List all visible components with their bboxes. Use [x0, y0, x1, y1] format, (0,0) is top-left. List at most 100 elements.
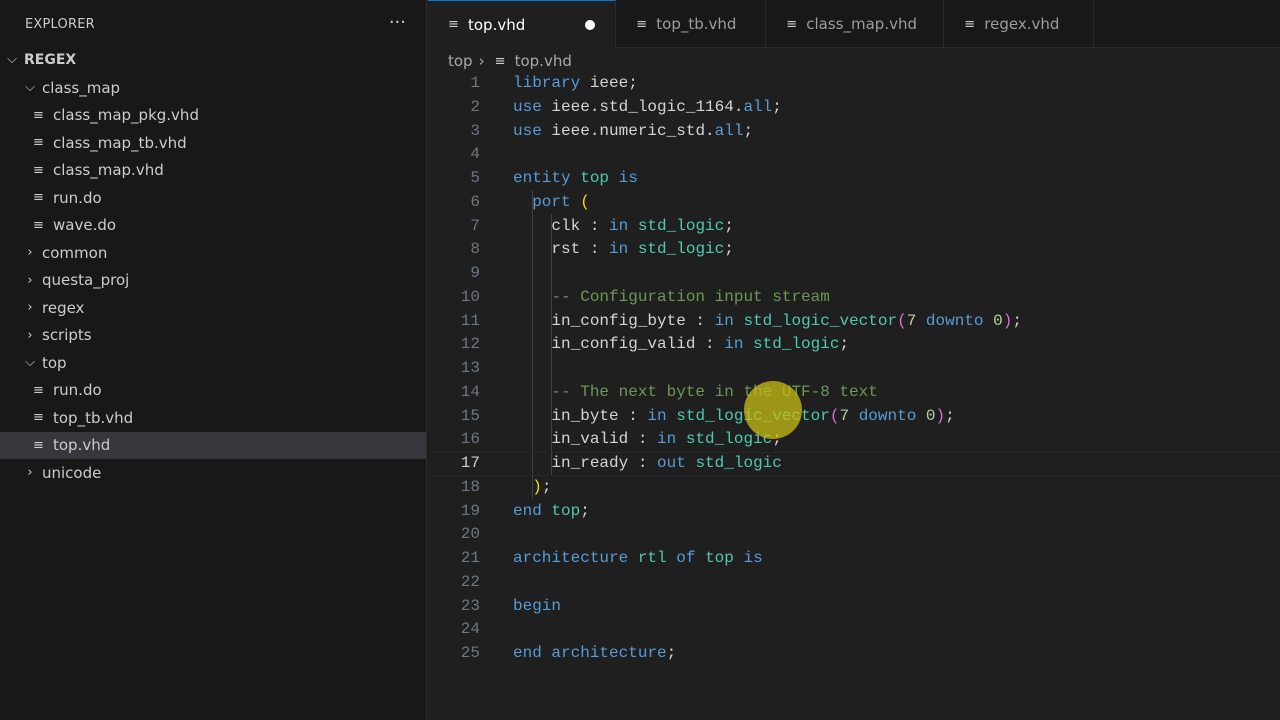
file-item[interactable]: ≡ wave.do	[0, 212, 426, 239]
code-line[interactable]: 18 );	[428, 476, 1280, 500]
code-token: clk :	[513, 216, 610, 235]
code-editor[interactable]: 1 library ieee; 2 use ieee.std_logic_1164.a…	[428, 72, 1280, 666]
code-line[interactable]: 4	[428, 143, 1280, 167]
line-number: 16	[460, 430, 480, 449]
tree-item-label: wave.do	[53, 216, 117, 234]
code-token: in_config_byte :	[513, 311, 715, 330]
unsaved-dot-icon[interactable]	[585, 19, 596, 30]
code-line[interactable]: 16 in_valid : in std_logic;	[428, 428, 1280, 452]
code-line[interactable]: 20	[428, 523, 1280, 547]
code-token: ;	[541, 477, 552, 496]
code-text: in_valid : in std_logic;	[513, 428, 781, 452]
code-text: end top;	[513, 500, 590, 524]
file-lines-icon: ≡	[786, 16, 798, 32]
line-number: 10	[460, 287, 480, 306]
file-lines-icon: ≡	[636, 16, 648, 32]
code-token: in_valid :	[513, 430, 658, 449]
tab-top_tb-vhd[interactable]: ≡ top_tb.vhd	[616, 0, 767, 48]
code-line[interactable]: 11 in_config_byte : in std_logic_vector(…	[428, 310, 1280, 334]
code-token: -- The next byte in the UTF-8 text	[551, 382, 878, 401]
code-line[interactable]: 17 in_ready : out std_logic	[428, 452, 1280, 476]
code-line[interactable]: 22	[428, 571, 1280, 595]
folder-item[interactable]: › common	[0, 239, 426, 266]
file-item[interactable]: ≡ class_map_tb.vhd	[0, 129, 426, 156]
code-line[interactable]: 14 -- The next byte in the UTF-8 text	[428, 381, 1280, 405]
breadcrumb: top › ≡ top.vhd	[448, 50, 572, 72]
code-line[interactable]: 8 rst : in std_logic;	[428, 238, 1280, 262]
code-token: port	[532, 192, 571, 211]
file-item[interactable]: ≡ run.do	[0, 377, 426, 404]
code-token: -- Configuration input stream	[551, 287, 830, 306]
code-line[interactable]: 3 use ieee.numeric_std.all;	[428, 120, 1280, 144]
code-line[interactable]: 23 begin	[428, 595, 1280, 619]
more-actions-button[interactable]: ···	[389, 12, 406, 33]
code-line[interactable]: 7 clk : in std_logic;	[428, 215, 1280, 239]
breadcrumb-folder[interactable]: top	[448, 52, 473, 70]
code-line[interactable]: 10 -- Configuration input stream	[428, 286, 1280, 310]
chevron-down-icon: ⌵	[25, 80, 35, 95]
code-token: in	[714, 311, 734, 330]
line-number: 20	[460, 525, 480, 544]
code-token: use	[513, 121, 542, 140]
code-token: is	[743, 549, 763, 567]
line-number: 15	[460, 406, 480, 425]
code-token: std_logic	[637, 216, 725, 235]
file-item[interactable]: ≡ top.vhd	[0, 431, 426, 459]
editor-tabs: ≡ top.vhd ≡ top_tb.vhd ≡ class_map.vhd ≡ regex.…	[428, 0, 1280, 48]
code-line[interactable]: 13	[428, 357, 1280, 381]
folder-item[interactable]: ⌵ class_map	[0, 74, 426, 101]
code-line[interactable]: 24	[428, 618, 1280, 642]
tab-top-vhd[interactable]: ≡ top.vhd	[428, 0, 617, 48]
tab-regex-vhd[interactable]: ≡ regex.vhd	[944, 0, 1095, 48]
code-token: ;	[724, 216, 734, 235]
workspace-root[interactable]: ⌵ REGEX	[0, 46, 426, 73]
code-text: -- The next byte in the UTF-8 text	[513, 381, 878, 405]
code-token: begin	[513, 596, 562, 615]
code-text: use ieee.std_logic_1164.all;	[513, 96, 782, 120]
file-item[interactable]: ≡ class_map.vhd	[0, 157, 426, 184]
code-line[interactable]: 25 end architecture;	[428, 642, 1280, 666]
chevron-right-icon: ›	[27, 272, 33, 288]
file-lines-icon: ≡	[448, 17, 459, 32]
breadcrumb-file[interactable]: top.vhd	[515, 52, 572, 70]
tab-label: regex.vhd	[984, 15, 1060, 33]
code-line[interactable]: 9	[428, 262, 1280, 286]
file-item[interactable]: ≡ run.do	[0, 184, 426, 211]
code-token: downto	[925, 311, 984, 330]
code-line[interactable]: 19 end top;	[428, 500, 1280, 524]
file-item[interactable]: ≡ class_map_pkg.vhd	[0, 102, 426, 129]
code-line[interactable]: 21 architecture rtl of top is	[428, 547, 1280, 571]
chevron-right-icon: ›	[27, 327, 33, 343]
line-number: 8	[470, 240, 480, 259]
code-token: std_logic	[753, 335, 840, 354]
code-line[interactable]: 6 port (	[428, 191, 1280, 215]
code-line[interactable]: 15 in_byte : in std_logic_vector(7 downt…	[428, 405, 1280, 429]
tree-item-label: top	[42, 353, 67, 372]
code-line[interactable]: 5 entity top is	[428, 167, 1280, 191]
line-number: 14	[460, 382, 480, 401]
line-number: 12	[460, 335, 480, 354]
code-token: in	[609, 240, 629, 259]
code-line[interactable]: 2 use ieee.std_logic_1164.all;	[428, 96, 1280, 120]
folder-item[interactable]: ⌵ top	[0, 349, 426, 376]
folder-item[interactable]: › regex	[0, 294, 426, 321]
tab-label: top.vhd	[468, 15, 526, 34]
folder-item[interactable]: › scripts	[0, 322, 426, 349]
tab-class_map-vhd[interactable]: ≡ class_map.vhd	[766, 0, 945, 48]
folder-item[interactable]: › unicode	[0, 459, 426, 486]
folder-item[interactable]: › questa_proj	[0, 267, 426, 294]
code-token: end	[513, 501, 542, 520]
code-token: top	[580, 169, 610, 187]
file-item[interactable]: ≡ top_tb.vhd	[0, 404, 426, 431]
code-line[interactable]: 12 in_config_valid : in std_logic;	[428, 333, 1280, 357]
code-line[interactable]: 1 library ieee;	[428, 72, 1280, 96]
code-token: ;	[1012, 311, 1022, 330]
tree-item-label: class_map_pkg.vhd	[53, 106, 199, 124]
code-text: begin	[513, 595, 561, 619]
